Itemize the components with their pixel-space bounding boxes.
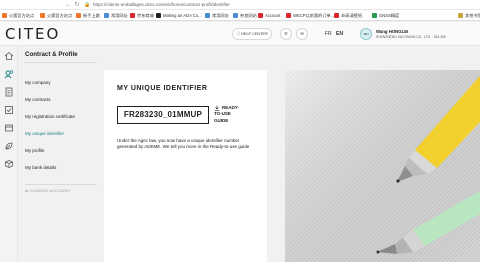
lang-fr[interactable]: FR <box>325 28 332 40</box>
bookmark-favicon-icon <box>2 13 7 18</box>
bookmark-label: 常用网址 <box>212 13 229 18</box>
sidebar-item-unique-identifier[interactable]: My unique identifier <box>25 131 64 136</box>
help-center-label: HELP CENTER <box>241 32 268 36</box>
bookmark-favicon-icon <box>458 13 463 18</box>
bookmark-favicon-icon <box>258 13 263 18</box>
box-icon[interactable] <box>4 159 14 169</box>
sidebar-divider <box>25 62 97 63</box>
phone-icon: ✆ <box>284 32 288 36</box>
sidebar-item-registration-certificate[interactable]: My registration certificate <box>25 114 75 119</box>
refresh-icon[interactable]: ↻ <box>73 1 81 9</box>
bookmark-item[interactable]: 京东商城 <box>130 11 154 20</box>
bookmark-item[interactable]: GNSS精度 <box>372 11 399 20</box>
bookmark-item[interactable]: 新手上路 <box>76 11 100 20</box>
url-text: https://clients-emballages.citeo.com/en/… <box>93 2 230 7</box>
bookmark-label: 新手上路 <box>83 13 100 18</box>
pens-image <box>285 70 480 262</box>
bookmark-label: 火狐官方站点 <box>9 13 35 18</box>
bookmark-favicon-icon <box>130 13 135 18</box>
phone-button[interactable]: ✆ <box>280 28 292 40</box>
site-header: CITEO ⓘ HELP CENTER ✆ ✉ FR EN WH Wang HO… <box>0 22 480 46</box>
help-center-button[interactable]: ⓘ HELP CENTER <box>232 28 272 40</box>
icon-rail <box>0 47 18 262</box>
user-company: SHENZHENG SUCI BIGIN CO., LTD. - 344 309 <box>376 35 446 39</box>
bookmark-label: 京东商城 <box>137 13 154 18</box>
mail-button[interactable]: ✉ <box>296 28 308 40</box>
bookmark-label: 4k高清壁纸 <box>341 13 363 18</box>
bookmark-item[interactable]: 常用网址 <box>205 11 229 20</box>
document-icon[interactable] <box>4 87 14 97</box>
sidebar-item-my-profile[interactable]: My profile <box>25 148 45 153</box>
sidebar-title: Contract & Profile <box>25 51 78 58</box>
pens-illustration <box>285 70 480 262</box>
sidebar: Contract & Profile My company My contrac… <box>19 47 99 262</box>
bookmark-item[interactable]: 常用网址 <box>104 11 128 20</box>
card-title: MY UNIQUE IDENTIFIER <box>117 85 208 92</box>
bookmark-label: Account <box>265 13 281 18</box>
ready-to-use-guide-label: READY-TO-USE GUIDE <box>214 105 240 123</box>
sidebar-item-bank-details[interactable]: My bank details <box>25 165 56 170</box>
lang-en[interactable]: EN <box>336 28 343 40</box>
bookmark-label: 火狐官方站点 <box>47 13 73 18</box>
sidebar-item-my-company[interactable]: My company <box>25 80 51 85</box>
bookmark-item[interactable]: 火狐官方站点 <box>40 11 72 20</box>
sidebar-divider-bottom <box>25 184 97 185</box>
bookmark-item[interactable]: 其他书签 <box>458 11 480 20</box>
unique-identifier-value: FR283230_01MMUP <box>117 106 209 124</box>
identifier-description: Under the Agec law, you now have a uniqu… <box>117 138 250 149</box>
bookmark-favicon-icon <box>334 13 339 18</box>
bookmark-favicon-icon <box>233 13 238 18</box>
lock-icon: 🔒 <box>84 2 91 8</box>
bookmark-favicon-icon <box>40 13 45 18</box>
bookmark-label: 奈良网站 <box>240 13 257 18</box>
url-field[interactable]: 🔒 https://clients-emballages.citeo.com/e… <box>84 1 384 9</box>
declaration-icon[interactable] <box>4 105 14 115</box>
identifier-card: MY UNIQUE IDENTIFIER FR283230_01MMUP REA… <box>104 70 267 262</box>
avatar[interactable]: WH <box>360 28 372 40</box>
bookmark-favicon-icon <box>205 13 210 18</box>
bookmark-favicon-icon <box>372 13 377 18</box>
invoice-icon[interactable] <box>4 123 14 133</box>
bookmarks-bar: 火狐官方站点 火狐官方站点 新手上路 常用网址 京东商城 Making an ADA Co… <box>0 10 480 21</box>
citeo-logo[interactable]: CITEO <box>5 26 60 42</box>
contract-profile-icon[interactable] <box>4 69 14 79</box>
bookmark-item[interactable]: Making an ADA Co... <box>156 11 202 20</box>
home-icon[interactable] <box>4 51 14 61</box>
user-name[interactable]: Wang HONGLEI <box>376 29 408 34</box>
change-account-link[interactable]: ⇆ CHANGE ACCOUNT <box>25 188 70 193</box>
bookmark-label: 其他书签 <box>465 13 480 18</box>
browser-address-bar: ← ↻ 🔒 https://clients-emballages.citeo.c… <box>0 0 480 10</box>
bookmark-label: 常用网址 <box>111 13 128 18</box>
bookmark-label: GNSS精度 <box>379 13 400 18</box>
bookmark-item[interactable]: 火狐官方站点 <box>2 11 34 20</box>
bookmark-favicon-icon <box>156 13 161 18</box>
bookmark-label: Making an ADA Co... <box>163 13 202 18</box>
bookmark-item[interactable]: 4k高清壁纸 <box>334 11 362 20</box>
bookmark-favicon-icon <box>104 13 109 18</box>
sidebar-item-my-contracts[interactable]: My contracts <box>25 97 51 102</box>
bookmark-favicon-icon <box>76 13 81 18</box>
bookmark-label: WECP以前我的订单... <box>293 13 335 18</box>
bookmark-favicon-icon <box>286 13 291 18</box>
eco-design-icon[interactable] <box>4 141 14 151</box>
mail-icon: ✉ <box>300 32 304 36</box>
bookmark-item[interactable]: WECP以前我的订单... <box>286 11 334 20</box>
change-account-label: CHANGE ACCOUNT <box>29 188 71 193</box>
bookmark-item[interactable]: Account <box>258 11 280 20</box>
bookmark-item[interactable]: 奈良网站 <box>233 11 257 20</box>
back-icon[interactable]: ← <box>64 1 72 9</box>
